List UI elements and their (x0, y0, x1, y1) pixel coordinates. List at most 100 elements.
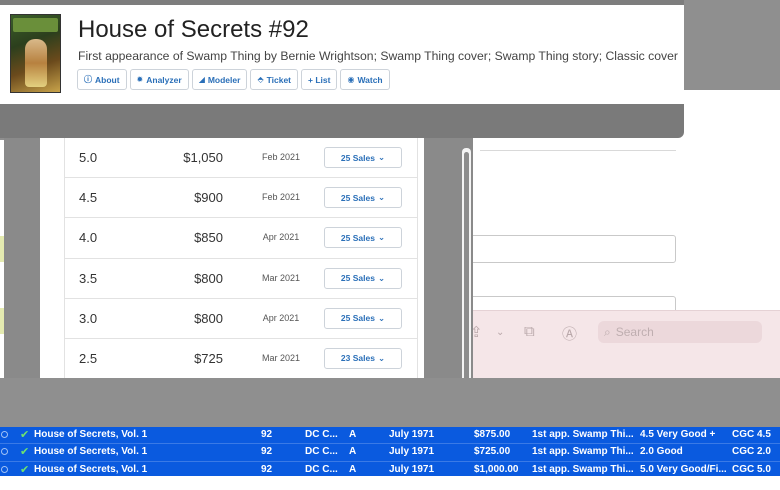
check-icon: ✔ (20, 429, 30, 441)
background-divider (480, 150, 676, 151)
price-value: $800 (194, 310, 223, 326)
price-row: 3.0 $800 Apr 2021 25 Sales ⌄ (65, 299, 417, 339)
rotate-icon[interactable]: ⧉ (524, 323, 535, 340)
comic-title: House of Secrets #92 (78, 16, 309, 43)
row-status-dot (1, 448, 8, 456)
cell-issue: 92 (261, 429, 273, 440)
analyzer-icon: ✹ (136, 75, 144, 84)
chevron-down-icon[interactable]: ⌄ (496, 327, 504, 338)
background-input-field[interactable] (470, 235, 676, 263)
price-value: $1,050 (183, 150, 223, 165)
cell-title: House of Secrets, Vol. 1 (34, 463, 148, 475)
cell-value: $725.00 (474, 446, 511, 458)
price-value: $800 (194, 270, 223, 286)
chevron-down-icon: ⌄ (377, 232, 386, 243)
chevron-down-icon: ⌄ (377, 272, 386, 283)
sale-date: Apr 2021 (262, 232, 300, 243)
header-button-label: Modeler (207, 74, 241, 85)
header-button-label: Watch (357, 74, 383, 85)
sales-dropdown-button[interactable]: 25 Sales ⌄ (324, 267, 402, 289)
cell-value: $1,000.00 (474, 463, 519, 475)
price-table: 5.0 $1,050 Feb 2021 25 Sales ⌄ 4.5 $900 Feb 202… (64, 138, 418, 412)
modeler-icon: ◢ (198, 75, 205, 84)
price-row: 4.5 $900 Feb 2021 25 Sales ⌄ (65, 178, 417, 219)
sales-count: 25 Sales (340, 232, 375, 243)
price-value: $725 (194, 350, 223, 366)
price-history-modal: 5.0 $1,050 Feb 2021 25 Sales ⌄ 4.5 $900 Feb 202… (4, 100, 473, 412)
sale-date: Feb 2021 (261, 152, 301, 162)
table-row[interactable]: ✔ House of Secrets, Vol. 1 92 DC C... A July … (0, 444, 780, 462)
chevron-down-icon: ⌄ (377, 312, 386, 323)
grade-value: 2.5 (79, 350, 98, 366)
cell-title: House of Secrets, Vol. 1 (34, 429, 148, 440)
cell-title: House of Secrets, Vol. 1 (34, 446, 148, 458)
sales-count: 25 Sales (340, 192, 375, 203)
header-button-label: + List (308, 74, 331, 85)
header-button-row: ⓘ About ✹ Analyzer ◢ Modeler ⬘ Ticket + List ◉ Wat… (77, 69, 390, 90)
cell-publisher: DC C... (305, 463, 338, 475)
sales-count: 25 Sales (340, 152, 375, 163)
check-icon: ✔ (20, 446, 30, 459)
grade-value: 4.5 (79, 190, 98, 206)
cell-grade: 5.0 Very Good/Fi... (640, 463, 727, 475)
price-row: 5.0 $1,050 Feb 2021 25 Sales ⌄ (65, 138, 417, 179)
sales-count: 25 Sales (340, 273, 375, 284)
cell-cert: CGC 5.0 (732, 463, 771, 475)
chevron-down-icon: ⌄ (377, 152, 386, 162)
cell-cert: CGC 2.0 (732, 446, 771, 458)
header-button-label: Ticket (266, 74, 292, 85)
header-button-analyzer[interactable]: ✹ Analyzer (129, 69, 189, 90)
header-shadow (0, 104, 684, 138)
cell-issue: 92 (261, 446, 273, 458)
comic-header: House of Secrets #92 First appearance of… (0, 0, 684, 104)
price-value: $900 (194, 190, 223, 206)
header-button-info[interactable]: ⓘ About (77, 69, 127, 90)
header-button-label: Analyzer (146, 74, 182, 85)
info-icon: ⓘ (84, 75, 92, 84)
cell-grade: 2.0 Good (640, 446, 683, 458)
price-value: $850 (194, 230, 223, 246)
price-row: 4.0 $850 Apr 2021 25 Sales ⌄ (65, 218, 417, 259)
header-button-eye[interactable]: ◉ Watch (340, 69, 390, 90)
cell-notes: 1st app. Swamp Thi... (532, 463, 634, 475)
cell-notes: 1st app. Swamp Thi... (532, 429, 634, 440)
cell-variant: A (349, 429, 357, 440)
comic-cover-image (10, 14, 61, 93)
header-button-modeler[interactable]: ◢ Modeler (191, 69, 248, 90)
sales-dropdown-button[interactable]: 23 Sales ⌄ (324, 347, 402, 369)
sale-date: Mar 2021 (261, 352, 301, 363)
cell-date: July 1971 (389, 446, 435, 458)
sales-dropdown-button[interactable]: 25 Sales ⌄ (324, 307, 402, 329)
grade-value: 5.0 (79, 150, 98, 165)
cell-value: $875.00 (474, 429, 511, 440)
cell-grade: 4.5 Very Good + (640, 429, 716, 440)
cell-publisher: DC C... (305, 446, 338, 458)
cell-date: July 1971 (389, 463, 435, 475)
search-field[interactable]: ⌕ Search (598, 321, 762, 343)
modal-scrollbar-thumb[interactable] (464, 152, 469, 406)
sale-date: Mar 2021 (261, 272, 301, 283)
eye-icon: ◉ (347, 75, 355, 84)
sales-dropdown-button[interactable]: 25 Sales ⌄ (324, 227, 402, 249)
collection-header-area (0, 378, 780, 428)
header-button-plus[interactable]: + List (301, 69, 338, 90)
check-icon: ✔ (20, 463, 30, 476)
cell-publisher: DC C... (305, 429, 338, 440)
grade-value: 4.0 (79, 230, 98, 246)
cell-cert: CGC 4.5 (732, 429, 771, 440)
markup-icon[interactable]: Ⓐ (562, 323, 577, 344)
header-button-label: About (95, 74, 120, 85)
cell-date: July 1971 (389, 429, 435, 440)
row-status-dot (1, 431, 8, 438)
cell-variant: A (349, 463, 357, 475)
header-button-ticket[interactable]: ⬘ Ticket (250, 69, 299, 90)
sales-dropdown-button[interactable]: 25 Sales ⌄ (324, 147, 402, 168)
sales-dropdown-button[interactable]: 25 Sales ⌄ (324, 187, 402, 209)
cell-issue: 92 (261, 463, 273, 475)
sale-date: Apr 2021 (262, 312, 300, 323)
search-placeholder: Search (615, 325, 654, 339)
table-row[interactable]: ✔ House of Secrets, Vol. 1 92 DC C... A July … (0, 427, 780, 445)
cell-variant: A (349, 446, 357, 458)
price-history-card: 5.0 $1,050 Feb 2021 25 Sales ⌄ 4.5 $900 Feb 202… (40, 100, 424, 412)
sales-count: 23 Sales (340, 353, 375, 364)
